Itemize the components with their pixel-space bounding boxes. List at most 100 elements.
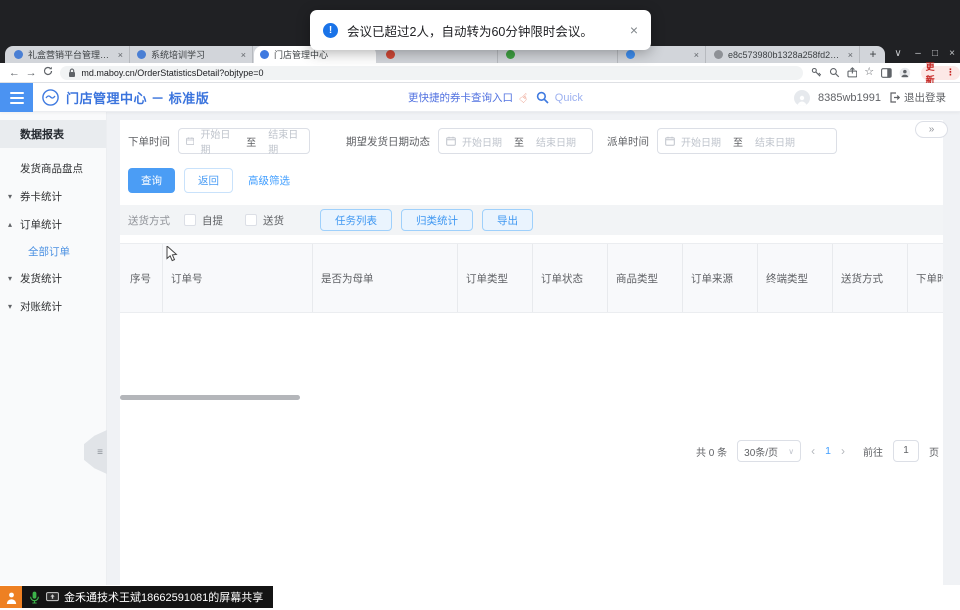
user-avatar[interactable] xyxy=(794,90,810,106)
order-time-range-input[interactable]: 开始日期 至 结束日期 xyxy=(178,128,310,154)
share-icon[interactable] xyxy=(847,67,858,78)
calendar-icon xyxy=(665,136,675,146)
sidebar-item-order-stats[interactable]: ▴ 订单统计 xyxy=(0,210,106,238)
content-card: » 下单时间 开始日期 至 结束日期 期望发货日期动态 开始日期 至 结束日期 … xyxy=(120,120,943,585)
column-header-order-no[interactable]: 订单号 xyxy=(163,244,313,312)
column-header-delivery-method[interactable]: 送货方式 xyxy=(833,244,908,312)
advanced-filter-link[interactable]: 高级筛选 xyxy=(248,173,290,188)
tab-close-icon[interactable]: × xyxy=(241,50,246,60)
sidebar-toggle-button[interactable] xyxy=(0,83,33,112)
reload-icon[interactable] xyxy=(40,66,57,79)
logout-button[interactable]: 退出登录 xyxy=(889,90,946,105)
tab-favicon xyxy=(14,50,23,59)
goto-page-input[interactable]: 1 xyxy=(893,440,919,462)
tab-close-icon[interactable]: × xyxy=(848,50,853,60)
quick-search-icon[interactable] xyxy=(536,91,549,104)
page-size-select[interactable]: 30条/页 ∨ xyxy=(737,440,801,462)
window-minimize-button[interactable]: – xyxy=(910,45,926,63)
screen-share-icon xyxy=(46,592,59,603)
side-panel-icon[interactable] xyxy=(881,68,892,78)
browser-tab-gift-platform[interactable]: 礼盒营销平台管理中心 × xyxy=(8,46,130,63)
screen-share-bar: 金禾通技术王斌18662591081的屏幕共享 xyxy=(0,586,273,608)
toast-close-icon[interactable]: × xyxy=(630,22,638,38)
column-header-terminal-type[interactable]: 终端类型 xyxy=(758,244,833,312)
column-header-order-type[interactable]: 订单类型 xyxy=(458,244,533,312)
delivery-method-label: 送货方式 xyxy=(128,213,170,228)
tab-close-icon[interactable]: × xyxy=(694,50,699,60)
bookmark-star-icon[interactable]: ☆ xyxy=(864,67,874,78)
sidebar-collapse-handle[interactable]: ≡ xyxy=(84,430,107,474)
tab-search-chevron-icon[interactable]: ∨ xyxy=(890,45,906,63)
back-button[interactable]: 返回 xyxy=(184,168,233,193)
browser-tab-hex[interactable]: e8c573980b1328a258fd2e6… × xyxy=(708,46,860,63)
delivery-toolbar: 送货方式 自提 送货 任务列表 归类统计 导出 xyxy=(120,205,943,235)
meeting-toast: ! 会议已超过2人，自动转为60分钟限时会议。 × xyxy=(310,10,651,50)
username-text: 8385wb1991 xyxy=(818,92,881,104)
horizontal-scrollbar-thumb[interactable] xyxy=(120,395,300,400)
lock-icon xyxy=(68,68,76,78)
dispatch-time-range-input[interactable]: 开始日期 至 结束日期 xyxy=(657,128,837,154)
table-header-row: 序号 订单号 是否为母单 订单类型 订单状态 商品类型 订单来源 终端类型 送货… xyxy=(120,243,943,313)
tab-title: 礼盒营销平台管理中心 xyxy=(28,48,112,61)
sidebar-item-all-orders-active[interactable]: 全部订单 xyxy=(0,238,106,264)
column-header-order-source[interactable]: 订单来源 xyxy=(683,244,758,312)
chevron-down-icon: ▾ xyxy=(8,274,12,283)
main-area: 数据报表 发货商品盘点 ▾ 券卡统计 ▴ 订单统计 全部订单 ▾ 发货统计 ▾ … xyxy=(0,112,960,585)
column-header-goods-type[interactable]: 商品类型 xyxy=(608,244,683,312)
filter-label-order-time: 下单时间 xyxy=(128,134,170,149)
checkbox-icon[interactable] xyxy=(245,214,257,226)
sidebar-item-shipment-goods-count[interactable]: 发货商品盘点 xyxy=(0,154,106,182)
tab-favicon xyxy=(626,50,635,59)
expected-ship-date-range-input[interactable]: 开始日期 至 结束日期 xyxy=(438,128,593,154)
task-list-button[interactable]: 任务列表 xyxy=(320,209,392,231)
microphone-icon xyxy=(29,591,40,604)
column-header-order-time[interactable]: 下单时间 xyxy=(908,244,943,312)
info-icon: ! xyxy=(323,23,338,38)
address-bar[interactable]: md.maboy.cn/OrderStatisticsDetail?objtyp… xyxy=(60,66,803,80)
tab-favicon xyxy=(137,50,146,59)
chrome-update-button[interactable]: 更新 ⋮ xyxy=(921,66,960,80)
mouse-cursor xyxy=(166,246,178,262)
range-separator: 至 xyxy=(246,134,256,149)
start-date-placeholder: 开始日期 xyxy=(681,134,721,149)
quick-label[interactable]: Quick xyxy=(555,92,583,104)
sidebar-item-reconciliation-stats[interactable]: ▾ 对账统计 xyxy=(0,292,106,320)
sidebar-section-data-reports[interactable]: 数据报表 xyxy=(0,120,106,148)
checkbox-delivery[interactable]: 送货 xyxy=(245,213,284,228)
action-button-row: 查询 返回 高级筛选 xyxy=(128,168,943,193)
sidebar-item-coupon-stats[interactable]: ▾ 券卡统计 xyxy=(0,182,106,210)
category-stats-button[interactable]: 归类统计 xyxy=(401,209,473,231)
column-header-index[interactable]: 序号 xyxy=(120,244,163,312)
tab-close-icon[interactable]: × xyxy=(118,50,123,60)
forward-icon[interactable]: → xyxy=(23,67,40,79)
sidebar-item-shipment-stats[interactable]: ▾ 发货统计 xyxy=(0,264,106,292)
app-title: 门店管理中心 － 标准版 xyxy=(66,88,209,107)
globe-favicon xyxy=(714,50,723,59)
column-header-order-status[interactable]: 订单状态 xyxy=(533,244,608,312)
tab-title: 系统培训学习 xyxy=(151,48,235,61)
tab-favicon xyxy=(386,50,395,59)
checkbox-icon[interactable] xyxy=(184,214,196,226)
column-header-is-parent-order[interactable]: 是否为母单 xyxy=(313,244,458,312)
range-separator: 至 xyxy=(733,134,743,149)
prev-page-button[interactable]: ‹ xyxy=(811,444,815,458)
new-tab-button[interactable]: + xyxy=(866,48,880,62)
checkbox-self-pickup[interactable]: 自提 xyxy=(184,213,223,228)
window-close-button[interactable]: × xyxy=(944,45,960,63)
back-icon[interactable]: ← xyxy=(6,67,23,79)
quick-entry-link[interactable]: 更快捷的券卡查询入口 xyxy=(408,90,513,105)
chevron-down-icon: ∨ xyxy=(788,447,794,456)
key-icon[interactable] xyxy=(811,67,822,78)
pagination-bar: 共 0 条 30条/页 ∨ ‹ 1 › 前往 1 页 xyxy=(120,440,943,462)
export-button[interactable]: 导出 xyxy=(482,209,533,231)
zoom-icon[interactable] xyxy=(829,67,840,78)
page-unit-label: 页 xyxy=(929,444,939,459)
query-button[interactable]: 查询 xyxy=(128,168,175,193)
more-filters-button[interactable]: » xyxy=(915,121,948,138)
current-page-number[interactable]: 1 xyxy=(825,445,831,457)
browser-menu-icon: ⋮ xyxy=(946,67,955,78)
next-page-button[interactable]: › xyxy=(841,444,845,458)
browser-tab-training[interactable]: 系统培训学习 × xyxy=(131,46,253,63)
sidebar-nav: 数据报表 发货商品盘点 ▾ 券卡统计 ▴ 订单统计 全部订单 ▾ 发货统计 ▾ … xyxy=(0,112,107,585)
profile-avatar-icon[interactable] xyxy=(899,67,911,79)
